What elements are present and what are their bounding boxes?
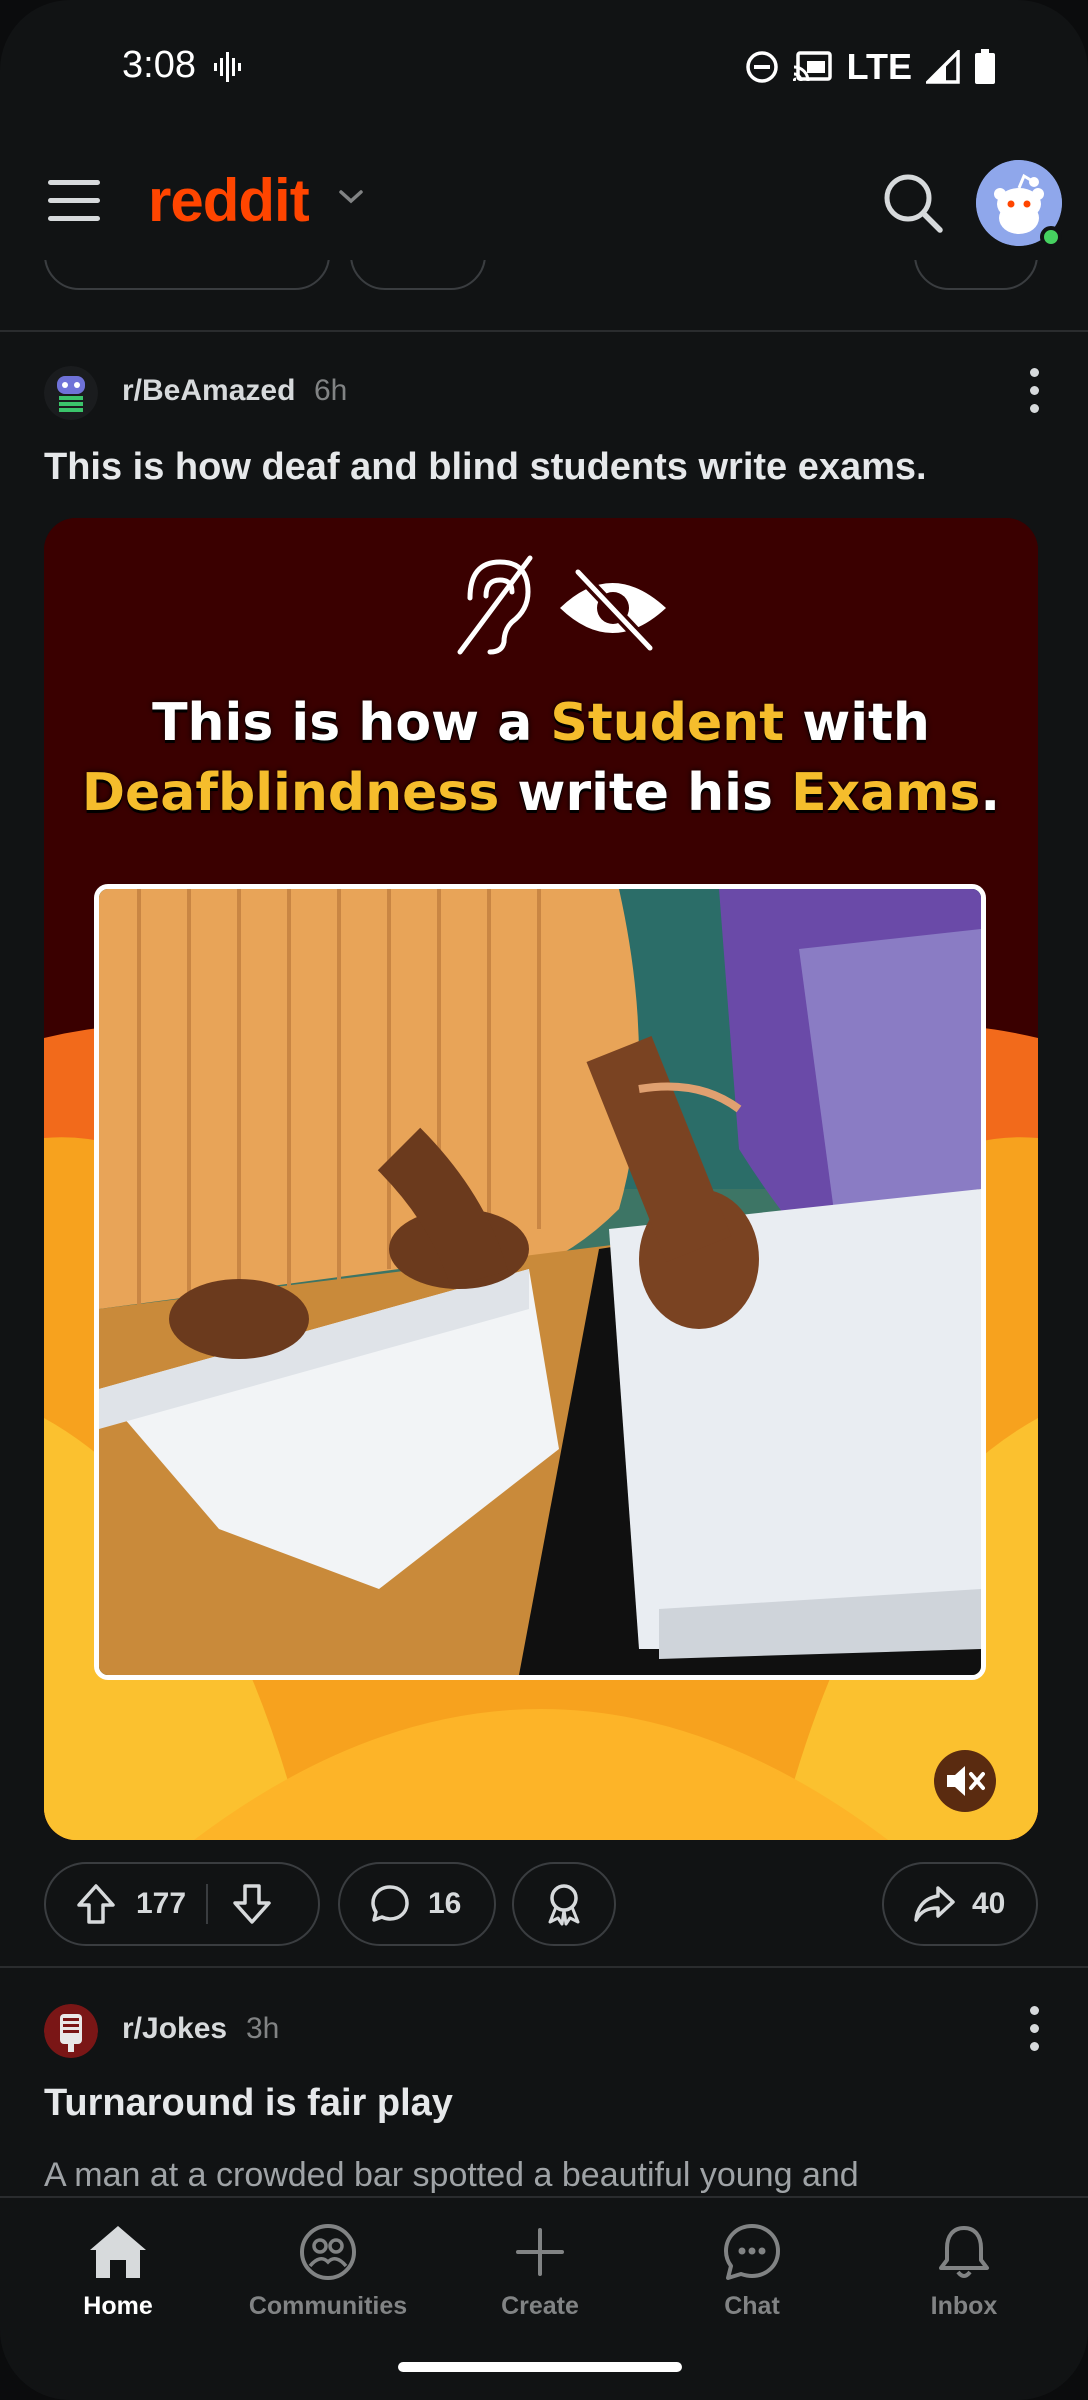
signal-icon <box>926 50 960 84</box>
phone-screen: 3:08 LTE reddit r/BeAmazed 6h This is ho… <box>0 0 1088 2400</box>
status-time: 3:08 <box>122 44 196 86</box>
post-age: 6h <box>314 374 348 407</box>
subreddit-icon[interactable] <box>44 2004 98 2058</box>
post-header: r/Jokes 3h <box>44 1998 1044 2062</box>
nav-label: Create <box>501 2292 579 2320</box>
headline-text: write his <box>499 763 792 823</box>
comments-button[interactable]: 16 <box>338 1862 496 1946</box>
divider <box>0 330 1088 332</box>
award-icon <box>548 1884 580 1926</box>
headline-text: This is how a <box>152 693 551 753</box>
downvote-icon[interactable] <box>232 1883 272 1925</box>
subreddit-name[interactable]: r/BeAmazed <box>122 374 295 408</box>
students-writing-photo <box>99 889 981 1675</box>
nav-communities[interactable]: Communities <box>228 2222 428 2321</box>
more-options-icon[interactable] <box>1024 368 1044 418</box>
vibrate-icon <box>214 52 241 82</box>
subreddit-icon[interactable] <box>44 366 98 420</box>
post-title[interactable]: Turnaround is fair play <box>44 2082 453 2125</box>
post-media-video[interactable]: This is how a Student with Deafblindness… <box>44 518 1038 1840</box>
search-icon[interactable] <box>882 172 944 234</box>
status-bar: 3:08 LTE <box>0 0 1088 130</box>
headline-text: . <box>980 763 1001 823</box>
bell-icon <box>939 2226 989 2278</box>
headline-highlight: Deafblindness <box>81 763 500 823</box>
home-icon <box>90 2226 146 2278</box>
nav-label: Home <box>83 2292 153 2320</box>
online-status-dot <box>1040 226 1062 248</box>
nav-chat[interactable]: Chat <box>652 2222 852 2321</box>
gesture-home-indicator[interactable] <box>398 2362 682 2372</box>
comment-icon <box>371 1885 409 1922</box>
reddit-logo-text[interactable]: reddit <box>148 166 310 235</box>
cast-icon <box>792 51 832 82</box>
headline-highlight: Exams <box>791 763 981 823</box>
award-button[interactable] <box>512 1862 616 1946</box>
nav-home[interactable]: Home <box>18 2222 218 2321</box>
share-icon <box>914 1886 955 1922</box>
post-title[interactable]: This is how deaf and blind students writ… <box>44 446 927 489</box>
more-options-icon[interactable] <box>1024 2006 1044 2056</box>
headline-highlight: Student <box>550 693 785 753</box>
nav-label: Chat <box>724 2292 780 2320</box>
comment-count: 16 <box>428 1887 462 1920</box>
vote-separator <box>206 1884 209 1924</box>
do-not-disturb-icon <box>745 51 778 83</box>
post-body-preview[interactable]: A man at a crowded bar spotted a beautif… <box>44 2156 859 2195</box>
share-pill[interactable] <box>914 260 1038 290</box>
headline-text: with <box>784 693 930 753</box>
communities-icon <box>300 2224 356 2280</box>
app-header: reddit <box>0 140 1088 260</box>
share-button[interactable]: 40 <box>882 1862 1038 1946</box>
ear-crossed-icon <box>457 555 533 655</box>
chat-icon <box>724 2224 780 2280</box>
comment-pill[interactable] <box>350 260 486 290</box>
vote-pill: 177 <box>44 1862 320 1946</box>
subreddit-name[interactable]: r/Jokes <box>122 2012 227 2046</box>
media-headline: This is how a Student with Deafblindness… <box>44 688 1038 828</box>
deafblind-icons <box>457 555 666 655</box>
chevron-down-icon[interactable] <box>338 188 364 206</box>
mute-button[interactable] <box>934 1750 996 1812</box>
speaker-muted-icon <box>947 1766 985 1796</box>
post-age: 3h <box>246 2012 280 2045</box>
nav-inbox[interactable]: Inbox <box>864 2222 1064 2321</box>
upvote-icon[interactable] <box>76 1883 116 1925</box>
upvote-count: 177 <box>136 1887 187 1920</box>
eye-crossed-icon <box>560 567 666 653</box>
post-header: r/BeAmazed 6h <box>44 360 1044 424</box>
divider <box>0 1966 1088 1968</box>
menu-icon[interactable] <box>48 180 100 222</box>
battery-icon <box>975 49 995 84</box>
nav-label: Communities <box>248 2292 408 2320</box>
plus-icon <box>516 2228 564 2276</box>
network-type: LTE <box>846 46 912 87</box>
previous-post-actions <box>0 260 1088 330</box>
nav-create[interactable]: Create <box>440 2222 640 2321</box>
video-frame <box>94 884 986 1680</box>
vote-pill[interactable] <box>44 260 330 290</box>
share-count: 40 <box>972 1887 1006 1920</box>
nav-label: Inbox <box>930 2292 998 2320</box>
